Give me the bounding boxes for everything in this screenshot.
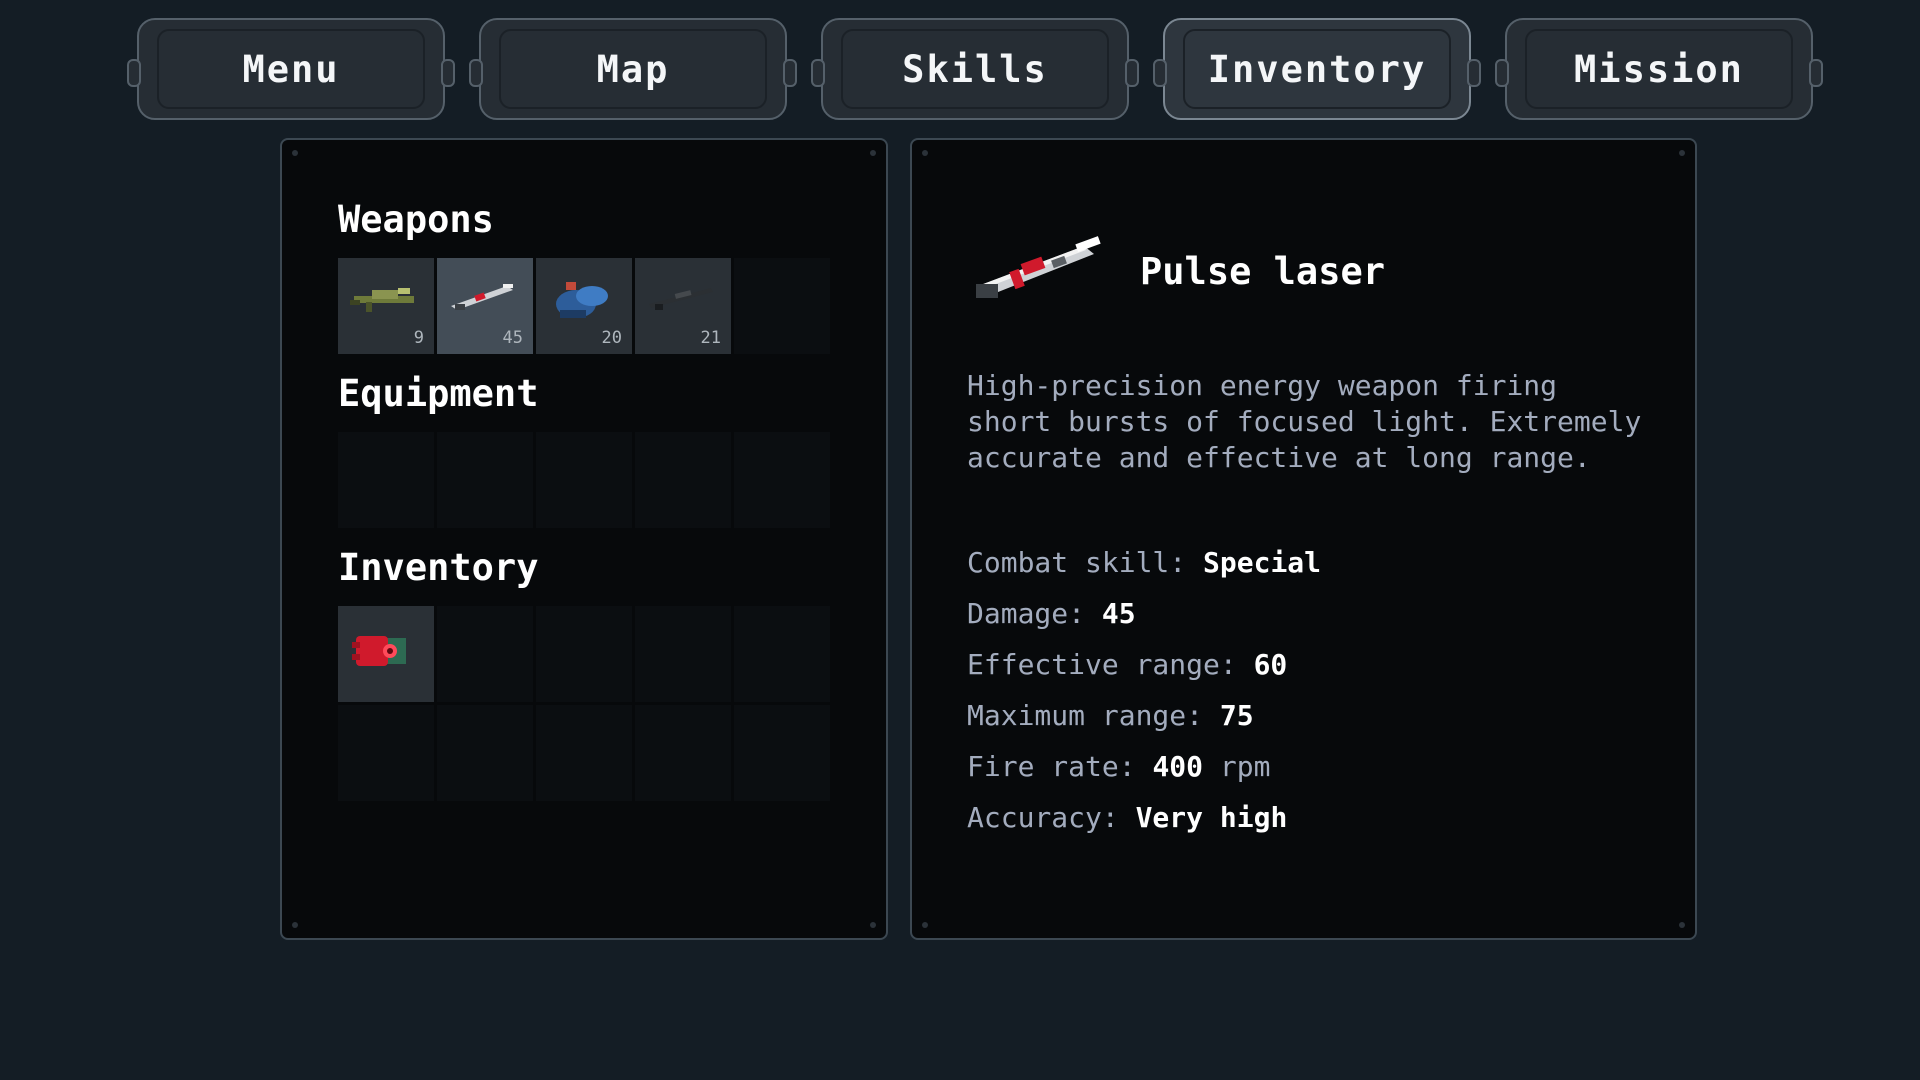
tab-map[interactable]: Map [469,18,797,120]
stat-fire-rate: Fire rate: 400 rpm [967,750,1270,783]
game-screen: Menu Map Skills Inventory Mission Weapon… [0,0,1920,1080]
empty-slot[interactable] [536,606,632,702]
tab-label: Mission [1574,47,1744,91]
tab-knob [127,59,141,87]
stat-label: Combat skill: [967,546,1204,579]
stat-label: Accuracy: [967,801,1136,834]
stat-value: 45 [1101,597,1136,630]
sniper-rifle-icon [649,288,713,310]
empty-slot[interactable] [635,705,731,801]
grenade-launcher-icon [350,288,414,312]
equipment-grid [338,432,830,528]
inventory-title: Inventory [338,546,539,589]
tab-knob [811,59,825,87]
rivet [922,150,928,156]
inventory-panel: Weapons 9 45 20 21 Equipment Inventory [280,138,888,940]
tab-knob [1125,59,1139,87]
rivet [292,922,298,928]
rivet [292,150,298,156]
tab-knob [1809,59,1823,87]
weapon-slot-plasma-cannon[interactable]: 20 [536,258,632,354]
pulse-laser-icon [451,284,513,310]
tab-skills[interactable]: Skills [811,18,1139,120]
tab-label: Inventory [1207,47,1427,91]
item-name: Pulse laser [1140,250,1386,293]
item-description: High-precision energy weapon firing shor… [967,369,1642,474]
tab-knob [1495,59,1509,87]
rivet [870,922,876,928]
weapons-grid: 9 45 20 21 [338,258,830,354]
inventory-slot-device[interactable] [338,606,434,702]
stat-value: 400 [1152,750,1204,783]
ammo-count: 45 [502,328,523,348]
tab-label: Menu [242,47,340,91]
equipment-title: Equipment [338,372,539,415]
rivet [922,922,928,928]
tab-inventory[interactable]: Inventory [1153,18,1481,120]
tab-knob [783,59,797,87]
rivet [1679,150,1685,156]
empty-slot[interactable] [437,705,533,801]
empty-slot[interactable] [734,606,830,702]
stat-label: Effective range: [967,648,1254,681]
empty-slot[interactable] [734,258,830,354]
stat-damage: Damage: 45 [967,597,1136,630]
plasma-cannon-icon [556,282,608,318]
tab-knob [441,59,455,87]
pulse-laser-icon [976,236,1101,298]
empty-slot[interactable] [536,432,632,528]
weapon-slot-sniper-rifle[interactable]: 21 [635,258,731,354]
ammo-count: 9 [413,328,424,348]
stat-unit: rpm [1203,750,1271,783]
tab-menu[interactable]: Menu [127,18,455,120]
empty-slot[interactable] [734,705,830,801]
weapons-title: Weapons [338,198,494,241]
stat-combat-skill: Combat skill: Special [967,546,1321,579]
empty-slot[interactable] [536,705,632,801]
tab-mission[interactable]: Mission [1495,18,1823,120]
weapon-slot-pulse-laser[interactable]: 45 [437,258,533,354]
weapon-slot-grenade-launcher[interactable]: 9 [338,258,434,354]
stat-accuracy: Accuracy: Very high [967,801,1287,834]
empty-slot[interactable] [437,432,533,528]
ammo-count: 21 [700,328,721,348]
tab-label: Skills [902,47,1048,91]
stat-label: Fire rate: [967,750,1153,783]
empty-slot[interactable] [437,606,533,702]
tab-knob [1467,59,1481,87]
item-detail-panel: Pulse laser High-precision energy weapon… [910,138,1697,940]
tab-knob [469,59,483,87]
stat-value: Very high [1135,801,1288,834]
ammo-count: 20 [601,328,622,348]
stat-value: 75 [1219,699,1254,732]
stat-value: Special [1203,546,1322,579]
stat-effective-range: Effective range: 60 [967,648,1287,681]
empty-slot[interactable] [635,606,731,702]
stat-maximum-range: Maximum range: 75 [967,699,1254,732]
empty-slot[interactable] [635,432,731,528]
inventory-grid [338,606,830,801]
stat-label: Maximum range: [967,699,1220,732]
empty-slot[interactable] [338,432,434,528]
stat-value: 60 [1253,648,1288,681]
stat-label: Damage: [967,597,1102,630]
tab-label: Map [596,47,670,91]
red-device-icon [352,636,406,666]
empty-slot[interactable] [734,432,830,528]
rivet [870,150,876,156]
tab-knob [1153,59,1167,87]
rivet [1679,922,1685,928]
empty-slot[interactable] [338,705,434,801]
